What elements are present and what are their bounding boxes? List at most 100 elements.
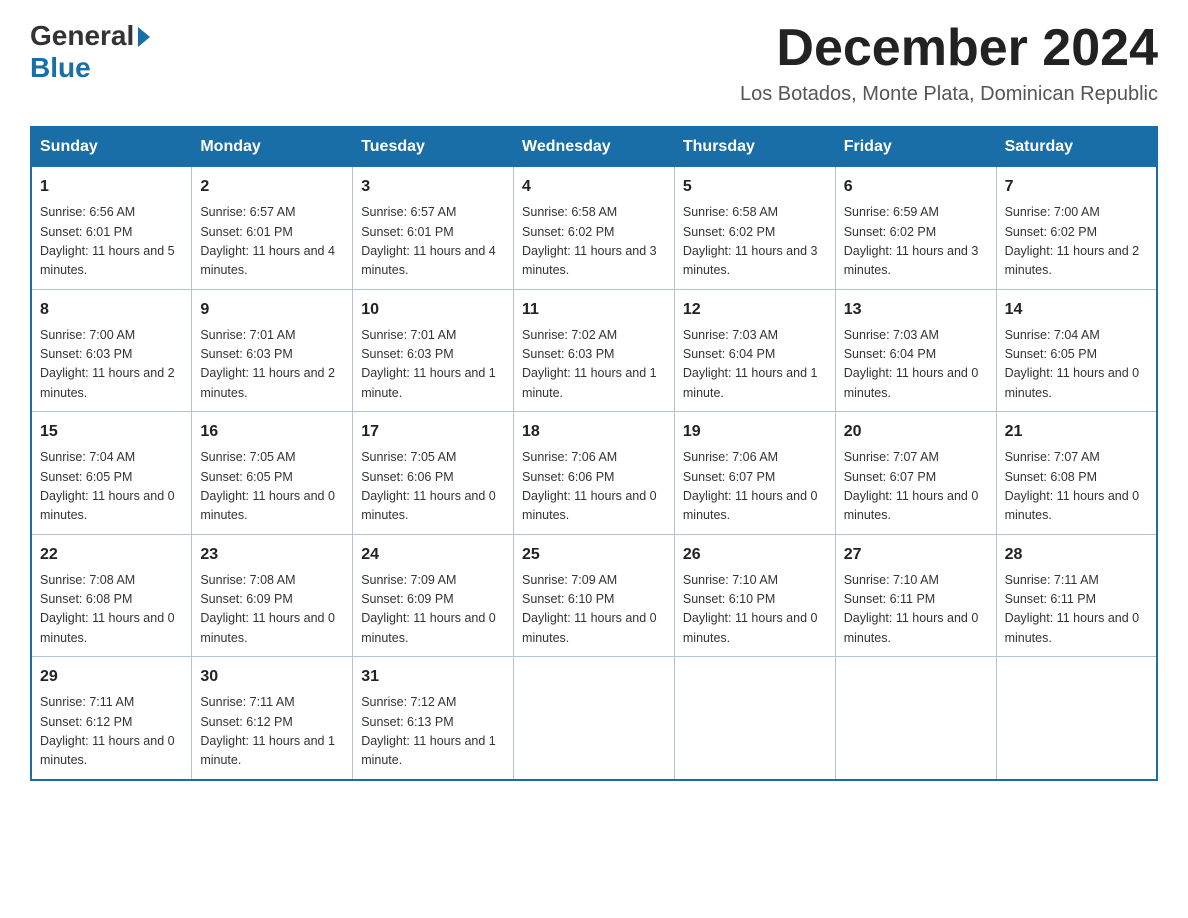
page-header: General Blue December 2024 Los Botados, … xyxy=(30,20,1158,106)
day-number: 23 xyxy=(200,543,344,567)
day-info: Sunrise: 7:08 AMSunset: 6:08 PMDaylight:… xyxy=(40,571,183,649)
day-number: 5 xyxy=(683,175,827,199)
day-number: 3 xyxy=(361,175,505,199)
day-info: Sunrise: 7:01 AMSunset: 6:03 PMDaylight:… xyxy=(361,326,505,404)
calendar-week-row: 22Sunrise: 7:08 AMSunset: 6:08 PMDayligh… xyxy=(31,534,1157,657)
day-info: Sunrise: 7:00 AMSunset: 6:03 PMDaylight:… xyxy=(40,326,183,404)
calendar-cell xyxy=(514,657,675,780)
day-number: 27 xyxy=(844,543,988,567)
calendar-cell: 31 Sunrise: 7:12 AMSunset: 6:13 PMDayligh… xyxy=(353,657,514,780)
day-info: Sunrise: 7:08 AMSunset: 6:09 PMDaylight:… xyxy=(200,571,344,649)
day-info: Sunrise: 7:04 AMSunset: 6:05 PMDaylight:… xyxy=(40,448,183,526)
calendar-cell: 29 Sunrise: 7:11 AMSunset: 6:12 PMDayligh… xyxy=(31,657,192,780)
day-number: 12 xyxy=(683,298,827,322)
calendar-cell: 19 Sunrise: 7:06 AMSunset: 6:07 PMDayligh… xyxy=(674,412,835,535)
day-number: 24 xyxy=(361,543,505,567)
day-info: Sunrise: 7:11 AMSunset: 6:11 PMDaylight:… xyxy=(1005,571,1148,649)
day-number: 26 xyxy=(683,543,827,567)
calendar-cell: 10 Sunrise: 7:01 AMSunset: 6:03 PMDayligh… xyxy=(353,289,514,412)
day-header-friday: Friday xyxy=(835,127,996,167)
day-info: Sunrise: 7:02 AMSunset: 6:03 PMDaylight:… xyxy=(522,326,666,404)
day-info: Sunrise: 6:58 AMSunset: 6:02 PMDaylight:… xyxy=(522,203,666,281)
day-header-thursday: Thursday xyxy=(674,127,835,167)
day-number: 6 xyxy=(844,175,988,199)
day-info: Sunrise: 7:06 AMSunset: 6:07 PMDaylight:… xyxy=(683,448,827,526)
calendar-cell: 15Sunrise: 7:04 AMSunset: 6:05 PMDayligh… xyxy=(31,412,192,535)
day-info: Sunrise: 7:06 AMSunset: 6:06 PMDaylight:… xyxy=(522,448,666,526)
day-info: Sunrise: 7:10 AMSunset: 6:10 PMDaylight:… xyxy=(683,571,827,649)
calendar-week-row: 29 Sunrise: 7:11 AMSunset: 6:12 PMDayligh… xyxy=(31,657,1157,780)
title-section: December 2024 Los Botados, Monte Plata, … xyxy=(740,20,1158,106)
day-info: Sunrise: 6:57 AMSunset: 6:01 PMDaylight:… xyxy=(200,203,344,281)
calendar-week-row: 15Sunrise: 7:04 AMSunset: 6:05 PMDayligh… xyxy=(31,412,1157,535)
calendar-cell: 5 Sunrise: 6:58 AMSunset: 6:02 PMDaylight… xyxy=(674,167,835,290)
calendar-cell: 20Sunrise: 7:07 AMSunset: 6:07 PMDayligh… xyxy=(835,412,996,535)
month-year-title: December 2024 xyxy=(740,20,1158,77)
day-info: Sunrise: 7:07 AMSunset: 6:08 PMDaylight:… xyxy=(1005,448,1148,526)
day-number: 29 xyxy=(40,665,183,689)
day-info: Sunrise: 6:58 AMSunset: 6:02 PMDaylight:… xyxy=(683,203,827,281)
calendar-cell: 9Sunrise: 7:01 AMSunset: 6:03 PMDaylight… xyxy=(192,289,353,412)
calendar-week-row: 1 Sunrise: 6:56 AMSunset: 6:01 PMDaylight… xyxy=(31,167,1157,290)
calendar-table: SundayMondayTuesdayWednesdayThursdayFrid… xyxy=(30,126,1158,781)
calendar-cell: 8 Sunrise: 7:00 AMSunset: 6:03 PMDaylight… xyxy=(31,289,192,412)
calendar-week-row: 8 Sunrise: 7:00 AMSunset: 6:03 PMDaylight… xyxy=(31,289,1157,412)
day-header-monday: Monday xyxy=(192,127,353,167)
logo: General Blue xyxy=(30,20,150,84)
day-number: 18 xyxy=(522,420,666,444)
day-info: Sunrise: 7:05 AMSunset: 6:05 PMDaylight:… xyxy=(200,448,344,526)
calendar-cell: 25Sunrise: 7:09 AMSunset: 6:10 PMDayligh… xyxy=(514,534,675,657)
day-header-sunday: Sunday xyxy=(31,127,192,167)
day-number: 16 xyxy=(200,420,344,444)
day-number: 31 xyxy=(361,665,505,689)
calendar-cell: 13Sunrise: 7:03 AMSunset: 6:04 PMDayligh… xyxy=(835,289,996,412)
day-number: 1 xyxy=(40,175,183,199)
day-info: Sunrise: 7:11 AMSunset: 6:12 PMDaylight:… xyxy=(200,693,344,771)
calendar-cell: 26 Sunrise: 7:10 AMSunset: 6:10 PMDayligh… xyxy=(674,534,835,657)
day-info: Sunrise: 6:59 AMSunset: 6:02 PMDaylight:… xyxy=(844,203,988,281)
day-number: 21 xyxy=(1005,420,1148,444)
calendar-cell xyxy=(835,657,996,780)
calendar-cell: 2Sunrise: 6:57 AMSunset: 6:01 PMDaylight… xyxy=(192,167,353,290)
calendar-cell: 28 Sunrise: 7:11 AMSunset: 6:11 PMDayligh… xyxy=(996,534,1157,657)
day-number: 8 xyxy=(40,298,183,322)
calendar-cell: 21 Sunrise: 7:07 AMSunset: 6:08 PMDayligh… xyxy=(996,412,1157,535)
calendar-cell: 4 Sunrise: 6:58 AMSunset: 6:02 PMDaylight… xyxy=(514,167,675,290)
day-number: 14 xyxy=(1005,298,1148,322)
calendar-cell: 17 Sunrise: 7:05 AMSunset: 6:06 PMDayligh… xyxy=(353,412,514,535)
calendar-cell: 7 Sunrise: 7:00 AMSunset: 6:02 PMDaylight… xyxy=(996,167,1157,290)
day-info: Sunrise: 7:09 AMSunset: 6:10 PMDaylight:… xyxy=(522,571,666,649)
day-number: 4 xyxy=(522,175,666,199)
day-number: 13 xyxy=(844,298,988,322)
calendar-cell xyxy=(674,657,835,780)
day-info: Sunrise: 7:00 AMSunset: 6:02 PMDaylight:… xyxy=(1005,203,1148,281)
day-info: Sunrise: 7:03 AMSunset: 6:04 PMDaylight:… xyxy=(683,326,827,404)
day-number: 19 xyxy=(683,420,827,444)
day-number: 10 xyxy=(361,298,505,322)
day-info: Sunrise: 6:57 AMSunset: 6:01 PMDaylight:… xyxy=(361,203,505,281)
day-info: Sunrise: 7:12 AMSunset: 6:13 PMDaylight:… xyxy=(361,693,505,771)
day-header-tuesday: Tuesday xyxy=(353,127,514,167)
logo-blue-text: Blue xyxy=(30,52,91,84)
day-info: Sunrise: 7:05 AMSunset: 6:06 PMDaylight:… xyxy=(361,448,505,526)
day-number: 11 xyxy=(522,298,666,322)
calendar-cell: 6 Sunrise: 6:59 AMSunset: 6:02 PMDaylight… xyxy=(835,167,996,290)
day-number: 7 xyxy=(1005,175,1148,199)
day-header-wednesday: Wednesday xyxy=(514,127,675,167)
location-subtitle: Los Botados, Monte Plata, Dominican Repu… xyxy=(740,83,1158,106)
day-info: Sunrise: 7:07 AMSunset: 6:07 PMDaylight:… xyxy=(844,448,988,526)
day-info: Sunrise: 7:11 AMSunset: 6:12 PMDaylight:… xyxy=(40,693,183,771)
calendar-cell: 24Sunrise: 7:09 AMSunset: 6:09 PMDayligh… xyxy=(353,534,514,657)
day-number: 28 xyxy=(1005,543,1148,567)
day-info: Sunrise: 7:04 AMSunset: 6:05 PMDaylight:… xyxy=(1005,326,1148,404)
calendar-cell: 11 Sunrise: 7:02 AMSunset: 6:03 PMDayligh… xyxy=(514,289,675,412)
day-info: Sunrise: 6:56 AMSunset: 6:01 PMDaylight:… xyxy=(40,203,183,281)
calendar-cell: 30Sunrise: 7:11 AMSunset: 6:12 PMDayligh… xyxy=(192,657,353,780)
calendar-cell: 27 Sunrise: 7:10 AMSunset: 6:11 PMDayligh… xyxy=(835,534,996,657)
day-info: Sunrise: 7:10 AMSunset: 6:11 PMDaylight:… xyxy=(844,571,988,649)
calendar-cell: 22Sunrise: 7:08 AMSunset: 6:08 PMDayligh… xyxy=(31,534,192,657)
calendar-cell: 16 Sunrise: 7:05 AMSunset: 6:05 PMDayligh… xyxy=(192,412,353,535)
calendar-cell: 12 Sunrise: 7:03 AMSunset: 6:04 PMDayligh… xyxy=(674,289,835,412)
day-number: 9 xyxy=(200,298,344,322)
day-number: 17 xyxy=(361,420,505,444)
